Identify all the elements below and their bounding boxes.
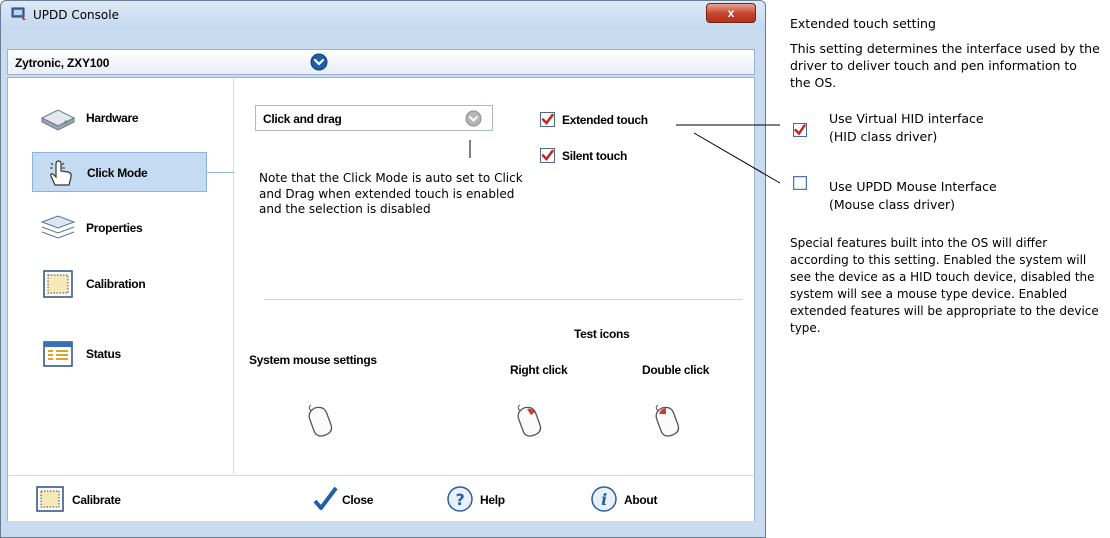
updd-console-window: UPDD Console x Zytronic, ZXY100 Hardware (0, 0, 766, 538)
silent-touch-label: Silent touch (562, 149, 628, 163)
option-mouse-interface-sublabel: (Mouse class driver) (829, 197, 956, 212)
hand-pointer-icon (50, 160, 72, 186)
right-click-test-icon[interactable] (512, 402, 548, 438)
sidebar-item-label: Status (86, 347, 121, 361)
about-label: About (624, 493, 658, 507)
chevron-down-icon (465, 110, 482, 127)
sidebar: Hardware Click Mode Properties Calibrati… (8, 78, 234, 474)
checkbox-checked-icon (540, 148, 555, 163)
test-icons-label: Test icons (574, 327, 630, 341)
window-title: UPDD Console (33, 8, 119, 22)
annotation-heading: Extended touch setting (790, 16, 936, 31)
checkbox-checked-icon (793, 123, 807, 137)
sidebar-item-label: Click Mode (87, 166, 148, 180)
sidebar-item-label: Hardware (86, 111, 139, 125)
layers-icon (40, 215, 76, 239)
chevron-down-icon[interactable] (310, 53, 328, 71)
click-mode-note: Note that the Click Mode is auto set to … (259, 171, 523, 216)
click-mode-value: Click and drag (263, 112, 342, 126)
checkbox-unchecked-icon (793, 176, 807, 190)
hardware-icon (40, 109, 76, 131)
system-mouse-settings-label: System mouse settings (249, 353, 377, 367)
sidebar-item-label: Calibration (86, 277, 146, 291)
close-button[interactable]: Close (312, 484, 392, 514)
help-icon: ? (447, 486, 473, 512)
sidebar-item-status[interactable]: Status (32, 334, 207, 374)
option-virtual-hid-label: Use Virtual HID interface (829, 111, 984, 126)
close-label: Close (342, 493, 374, 507)
sidebar-item-label: Properties (86, 221, 143, 235)
sidebar-item-hardware[interactable]: Hardware (32, 98, 207, 138)
title-bar[interactable]: UPDD Console x (1, 1, 765, 29)
sidebar-item-click-mode[interactable]: Click Mode (32, 152, 207, 192)
extended-touch-label: Extended touch (562, 113, 648, 127)
sidebar-item-properties[interactable]: Properties (32, 208, 207, 248)
device-name: Zytronic, ZXY100 (15, 56, 110, 70)
double-click-test-icon[interactable] (650, 402, 686, 438)
checkmark-icon (313, 486, 338, 510)
close-window-button[interactable]: x (706, 3, 756, 23)
annotation-footer: Special features built into the OS will … (790, 236, 1099, 335)
checkbox-checked-icon (540, 112, 555, 127)
selection-connector (207, 172, 234, 173)
annotation-description: This setting determines the interface us… (790, 41, 1100, 90)
help-label: Help (480, 493, 505, 507)
content-panel: Hardware Click Mode Properties Calibrati… (7, 77, 755, 521)
divider (264, 299, 742, 300)
info-icon: i (591, 486, 617, 512)
calibrate-label: Calibrate (72, 493, 121, 507)
double-click-label: Double click (642, 363, 710, 377)
about-button[interactable]: i About (590, 484, 670, 514)
footer-bar: Calibrate Close ? Help i About (8, 475, 754, 521)
status-icon (43, 341, 73, 367)
device-selector[interactable]: Zytronic, ZXY100 (7, 49, 755, 75)
app-icon (11, 7, 26, 20)
right-click-label: Right click (510, 363, 568, 377)
click-mode-dropdown[interactable]: Click and drag (255, 105, 493, 131)
mouse-settings-icon[interactable] (303, 402, 339, 438)
svg-text:i: i (601, 490, 607, 509)
calibration-icon (43, 270, 73, 298)
option-virtual-hid-sublabel: (HID class driver) (829, 129, 938, 144)
option-mouse-interface-label: Use UPDD Mouse Interface (829, 179, 997, 194)
calibrate-button[interactable]: Calibrate (36, 484, 156, 514)
sidebar-item-calibration[interactable]: Calibration (32, 264, 207, 304)
help-button[interactable]: ? Help (446, 484, 518, 514)
svg-text:?: ? (456, 490, 465, 509)
calibration-icon (36, 486, 64, 512)
